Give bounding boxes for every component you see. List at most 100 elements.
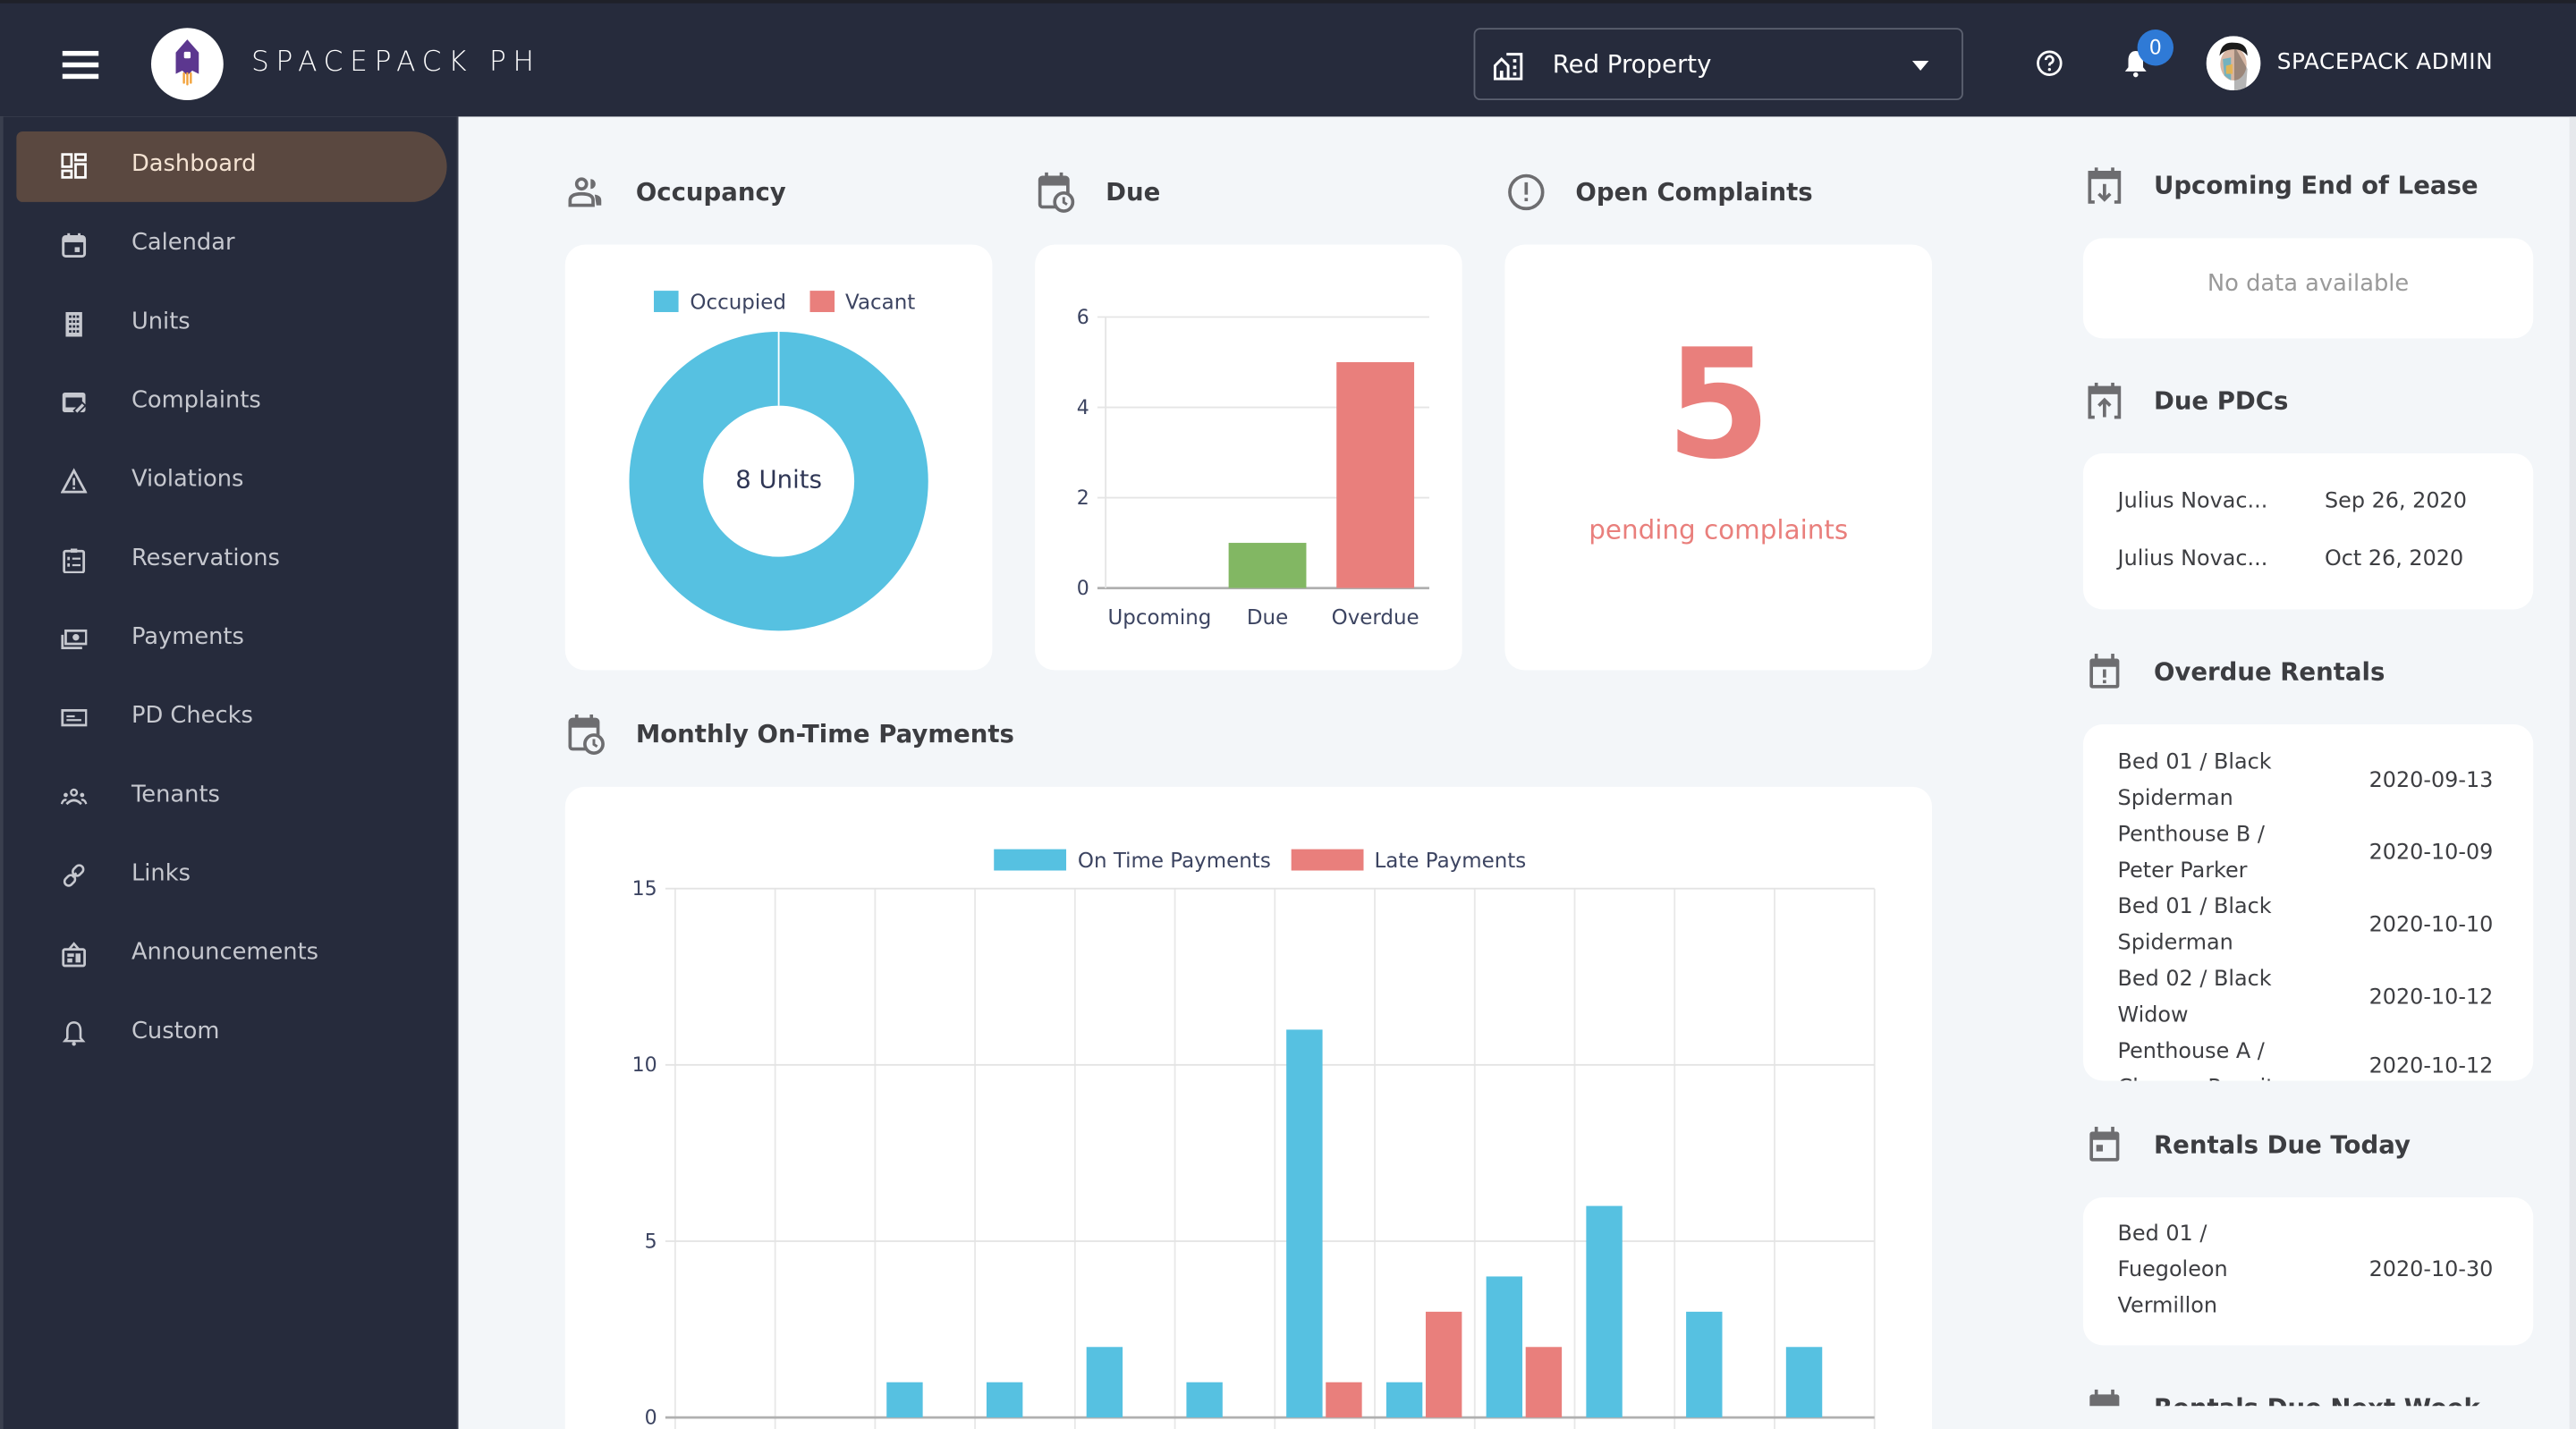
due-pdcs-card: Julius Novac... Sep 26, 2020 Julius Nova…: [2082, 452, 2534, 610]
building-icon: [65, 311, 82, 337]
bar-on-time-5: [1086, 1347, 1123, 1418]
sidebar-item-label: Payments: [131, 623, 244, 651]
rocket-icon: [175, 39, 199, 86]
due-today-tenant: Fuegoleon: [2117, 1257, 2228, 1283]
alert-circle-icon: [1508, 173, 1545, 211]
brand-name: SPACEPACK PH: [251, 46, 541, 80]
link-icon: [63, 864, 85, 887]
logo: [150, 28, 224, 101]
overdue-unit: Penthouse A /: [2117, 1039, 2265, 1065]
overdue-date: 2020-10-12: [2368, 985, 2494, 1010]
due-bar-chart: 0 2 4 6 Upcoming Due Overdue: [1077, 307, 1429, 630]
rentals-due-next-week-header-clipped: Rentals Due Next Week: [2083, 1383, 2560, 1407]
section-title: Monthly On-Time Payments: [635, 719, 1014, 749]
pdc-date: Sep 26, 2020: [2324, 489, 2467, 514]
bar-on-time-8: [1385, 1382, 1423, 1418]
sidebar-item-tenants[interactable]: Tenants: [16, 762, 446, 833]
pdc-name[interactable]: Julius Novac...: [2118, 485, 2268, 520]
overdue-tenant: Peter Parker: [2117, 858, 2248, 884]
sidebar-item-payments[interactable]: Payments: [16, 605, 446, 675]
overdue-date: 2020-10-10: [2368, 913, 2494, 938]
calendar-alert-icon: [2089, 654, 2120, 689]
clipboard-list-icon: [63, 548, 86, 574]
due-today-unit: Bed 01 /: [2117, 1222, 2207, 1247]
sidebar-item-label: Dashboard: [131, 150, 257, 178]
help-icon[interactable]: [2036, 49, 2063, 77]
bar-late-9: [1525, 1347, 1563, 1418]
overdue-tenant: Widow: [2117, 1003, 2189, 1028]
y-tick-label: 0: [645, 1407, 657, 1429]
overdue-unit: Bed 02 / Black: [2117, 967, 2272, 993]
property-select-value: Red Property: [1552, 49, 1712, 80]
overdue-unit: Bed 01 / Black: [2117, 895, 2272, 920]
y-tick-label: 5: [645, 1230, 657, 1253]
sidebar-item-label: PD Checks: [131, 703, 253, 730]
overdue-unit: Penthouse B /: [2117, 823, 2265, 848]
occupancy-donut-chart: [629, 332, 928, 631]
occupancy-card: Occupied Vacant 8 Units: [564, 244, 993, 671]
bulletin-board-icon: [62, 942, 86, 968]
section-title: Due PDCs: [2153, 385, 2289, 416]
x-tick-label: Overdue: [1332, 606, 1419, 630]
sidebar-item-label: Custom: [131, 1018, 220, 1045]
calendar-download-icon: [2088, 167, 2122, 204]
sidebar-item-units[interactable]: Units: [16, 289, 446, 359]
rentals-due-today-card[interactable]: Bed 01 / Fuegoleon Vermillon 2020-10-30: [2082, 1197, 2534, 1346]
sidebar-item-calendar[interactable]: Calendar: [16, 210, 446, 281]
monthly-bar-chart: 0 5 10 15: [632, 878, 1876, 1429]
people-icon: [60, 788, 88, 806]
menu-icon[interactable]: [62, 50, 99, 79]
bar-on-time-9: [1486, 1276, 1523, 1418]
calendar-clock-icon: [568, 714, 605, 756]
sidebar-item-announcements[interactable]: Announcements: [16, 920, 446, 991]
bar-on-time-6: [1186, 1382, 1223, 1418]
sidebar-item-reservations[interactable]: Reservations: [16, 526, 446, 596]
bar-late-7: [1326, 1382, 1362, 1418]
sidebar-item-custom[interactable]: Custom: [16, 999, 446, 1070]
pdc-name[interactable]: Julius Novac...: [2118, 542, 2268, 578]
bell-outline-icon: [62, 1021, 86, 1046]
calendar-icon: [2089, 1127, 2120, 1162]
bar-on-time-11: [1686, 1311, 1723, 1418]
sidebar-item-label: Units: [131, 309, 191, 335]
section-title: Overdue Rentals: [2153, 656, 2385, 687]
overdue-rentals-header: Overdue Rentals: [2083, 650, 2385, 693]
property-select[interactable]: Red Property: [1473, 28, 1963, 101]
x-tick-label: Upcoming: [1108, 606, 1212, 630]
bar-on-time-10: [1586, 1205, 1623, 1418]
sidebar-item-label: Reservations: [131, 545, 280, 572]
x-tick-label: Due: [1247, 606, 1288, 630]
open-complaints-header: Open Complaints: [1504, 171, 1813, 214]
occupancy-header: Occupancy: [565, 171, 786, 214]
overdue-rentals-card[interactable]: Bed 01 / Black Spiderman 2020-09-13 Pent…: [2082, 724, 2534, 1081]
sidebar-item-violations[interactable]: Violations: [16, 447, 446, 518]
warning-icon: [60, 468, 88, 494]
section-title: Occupancy: [635, 177, 786, 207]
app-window: SPACEPACK PH Red Property 0 SPACEPACK AD…: [0, 0, 2576, 1429]
overdue-date: 2020-09-13: [2368, 768, 2494, 794]
monthly-payments-card: On Time Payments Late Payments 0 5 10 15: [564, 786, 1932, 1429]
section-title: Due: [1106, 177, 1161, 207]
due-pdcs-header: Due PDCs: [2083, 379, 2288, 422]
overdue-tenant: Spiderman: [2117, 786, 2233, 812]
y-tick-label: 4: [1077, 397, 1089, 419]
overdue-unit: Bed 01 / Black: [2117, 750, 2272, 775]
sidebar-item-dashboard[interactable]: Dashboard: [16, 131, 447, 202]
scrollbar[interactable]: [2569, 116, 2576, 1429]
avatar[interactable]: [2206, 36, 2261, 91]
sidebar-item-label: Announcements: [131, 939, 319, 967]
sidebar-item-pd-checks[interactable]: PD Checks: [16, 683, 446, 754]
sidebar-item-links[interactable]: Links: [16, 841, 446, 911]
monthly-payments-header: Monthly On-Time Payments: [565, 713, 1014, 756]
end-of-lease-card: No data available: [2082, 238, 2534, 339]
calendar-clock-icon: [1038, 172, 1075, 213]
y-tick-label: 0: [1077, 578, 1089, 600]
open-complaints-card[interactable]: 5 pending complaints: [1504, 244, 1932, 671]
sidebar-item-complaints[interactable]: Complaints: [16, 368, 446, 438]
due-today-date: 2020-10-30: [2368, 1257, 2494, 1283]
user-name[interactable]: SPACEPACK ADMIN: [2277, 49, 2494, 75]
sidebar-item-label: Tenants: [131, 782, 220, 808]
overdue-date: 2020-10-09: [2368, 841, 2494, 866]
y-tick-label: 6: [1077, 307, 1089, 329]
bar-on-time-12: [1785, 1347, 1823, 1418]
